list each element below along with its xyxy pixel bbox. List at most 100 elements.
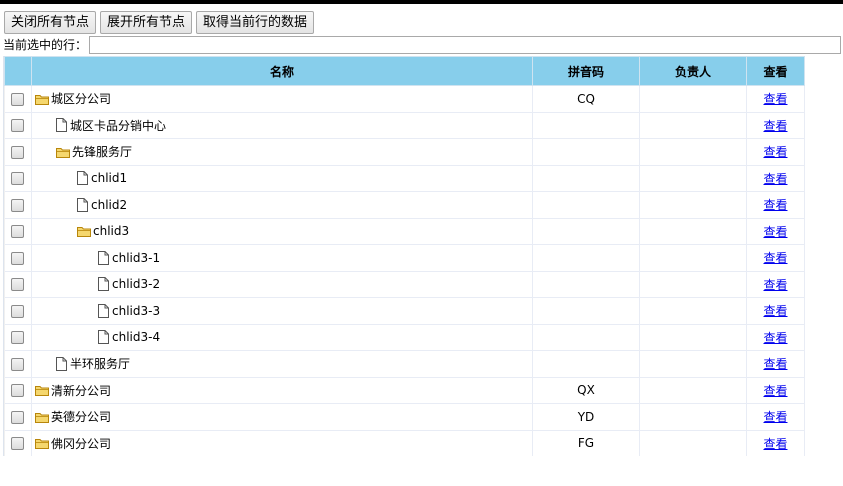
- tree-node[interactable]: 清新分公司: [32, 378, 532, 404]
- table-row[interactable]: 城区分公司 CQ 查看: [4, 85, 805, 113]
- row-pinyin-cell: [532, 350, 640, 378]
- tree-node[interactable]: 英德分公司: [32, 404, 532, 430]
- table-body: 城区分公司 CQ 查看 城区卡品分销中心 查看 先锋服务厅 查看 chlid1 查看 chlid2…: [4, 85, 805, 457]
- tree-node[interactable]: chlid1: [32, 166, 532, 192]
- row-checkbox[interactable]: [11, 384, 25, 398]
- view-link[interactable]: 查看: [763, 251, 787, 265]
- row-view-cell: 查看: [746, 165, 805, 192]
- view-link[interactable]: 查看: [763, 145, 787, 159]
- row-checkbox[interactable]: [11, 304, 25, 318]
- table-row[interactable]: chlid3-3 查看: [4, 297, 805, 325]
- row-name-cell: chlid3-4: [31, 324, 533, 351]
- table-row[interactable]: chlid3-1 查看: [4, 244, 805, 272]
- folder-icon: [56, 147, 70, 158]
- file-icon: [98, 330, 109, 345]
- row-owner-cell: [639, 165, 747, 192]
- table-row[interactable]: 佛冈分公司 FG 查看: [4, 430, 805, 457]
- collapse-all-button[interactable]: 关闭所有节点: [4, 11, 97, 34]
- row-checkbox[interactable]: [11, 145, 25, 159]
- table-header-row: 名称 拼音码 负责人 查看: [4, 56, 805, 86]
- tree-node[interactable]: chlid3: [32, 219, 532, 245]
- table-row[interactable]: chlid3-4 查看: [4, 324, 805, 351]
- get-current-row-button[interactable]: 取得当前行的数据: [196, 11, 315, 34]
- table-row[interactable]: chlid3 查看: [4, 218, 805, 245]
- row-owner-cell: [639, 138, 747, 166]
- tree-node-label: 英德分公司: [51, 410, 112, 425]
- current-row-input[interactable]: [89, 36, 842, 54]
- view-link[interactable]: 查看: [763, 304, 787, 318]
- table-row[interactable]: 清新分公司 QX 查看: [4, 377, 805, 404]
- row-pinyin-cell: [532, 191, 640, 219]
- view-link[interactable]: 查看: [763, 92, 787, 106]
- row-name-cell: chlid3-2: [31, 271, 533, 298]
- tree-node[interactable]: 半环服务厅: [32, 351, 532, 377]
- row-checkbox[interactable]: [11, 357, 25, 371]
- row-pinyin-cell: [532, 244, 640, 272]
- row-owner-cell: [639, 85, 747, 113]
- row-owner-cell: [639, 271, 747, 298]
- expand-all-button[interactable]: 展开所有节点: [100, 11, 193, 34]
- row-view-cell: 查看: [746, 377, 805, 404]
- tree-node-label: 先锋服务厅: [72, 145, 133, 160]
- header-name[interactable]: 名称: [31, 56, 533, 86]
- tree-node-label: chlid3: [93, 224, 130, 239]
- row-owner-cell: [639, 218, 747, 245]
- tree-node-label: chlid2: [91, 197, 128, 212]
- tree-node[interactable]: 城区卡品分销中心: [32, 113, 532, 139]
- row-view-cell: 查看: [746, 297, 805, 325]
- row-checkbox[interactable]: [11, 225, 25, 239]
- row-view-cell: 查看: [746, 191, 805, 219]
- view-link[interactable]: 查看: [763, 410, 787, 424]
- tree-node[interactable]: chlid3-1: [32, 245, 532, 271]
- tree-node-label: chlid3-2: [112, 277, 161, 292]
- row-checkbox[interactable]: [11, 278, 25, 292]
- row-owner-cell: [639, 377, 747, 404]
- row-checkbox[interactable]: [11, 331, 25, 345]
- view-link[interactable]: 查看: [763, 278, 787, 292]
- view-link[interactable]: 查看: [763, 172, 787, 186]
- row-checkbox-cell: [4, 271, 32, 298]
- view-link[interactable]: 查看: [763, 357, 787, 371]
- file-icon: [98, 277, 109, 292]
- table-row[interactable]: chlid2 查看: [4, 191, 805, 219]
- row-checkbox[interactable]: [11, 172, 25, 186]
- row-checkbox[interactable]: [11, 119, 25, 133]
- tree-node-label: chlid3-3: [112, 303, 161, 318]
- row-checkbox[interactable]: [11, 251, 25, 265]
- tree-node[interactable]: chlid2: [32, 192, 532, 218]
- table-row[interactable]: 城区卡品分销中心 查看: [4, 112, 805, 139]
- tree-node[interactable]: chlid3-4: [32, 325, 532, 351]
- row-checkbox[interactable]: [11, 92, 25, 106]
- header-pinyin[interactable]: 拼音码: [532, 56, 640, 86]
- table-row[interactable]: 英德分公司 YD 查看: [4, 403, 805, 431]
- row-owner-cell: [639, 191, 747, 219]
- table-row[interactable]: chlid1 查看: [4, 165, 805, 192]
- row-name-cell: chlid3: [31, 218, 533, 245]
- tree-node[interactable]: 佛冈分公司: [32, 431, 532, 457]
- view-link[interactable]: 查看: [763, 198, 787, 212]
- view-link[interactable]: 查看: [763, 384, 787, 398]
- header-view[interactable]: 查看: [746, 56, 805, 86]
- view-link[interactable]: 查看: [763, 225, 787, 239]
- row-view-cell: 查看: [746, 244, 805, 272]
- tree-node[interactable]: chlid3-2: [32, 272, 532, 298]
- view-link[interactable]: 查看: [763, 437, 787, 451]
- view-link[interactable]: 查看: [763, 331, 787, 345]
- header-owner[interactable]: 负责人: [639, 56, 747, 86]
- row-owner-cell: [639, 403, 747, 431]
- row-checkbox[interactable]: [11, 437, 25, 451]
- tree-node[interactable]: 先锋服务厅: [32, 139, 532, 165]
- row-pinyin-cell: [532, 112, 640, 139]
- tree-node[interactable]: 城区分公司: [32, 86, 532, 112]
- file-icon: [56, 356, 67, 371]
- row-view-cell: 查看: [746, 85, 805, 113]
- table-row[interactable]: chlid3-2 查看: [4, 271, 805, 298]
- row-checkbox-cell: [4, 165, 32, 192]
- row-checkbox[interactable]: [11, 198, 25, 212]
- current-row-label: 当前选中的行：: [3, 38, 88, 52]
- view-link[interactable]: 查看: [763, 119, 787, 133]
- table-row[interactable]: 先锋服务厅 查看: [4, 138, 805, 166]
- row-checkbox[interactable]: [11, 410, 25, 424]
- tree-node[interactable]: chlid3-3: [32, 298, 532, 324]
- table-row[interactable]: 半环服务厅 查看: [4, 350, 805, 378]
